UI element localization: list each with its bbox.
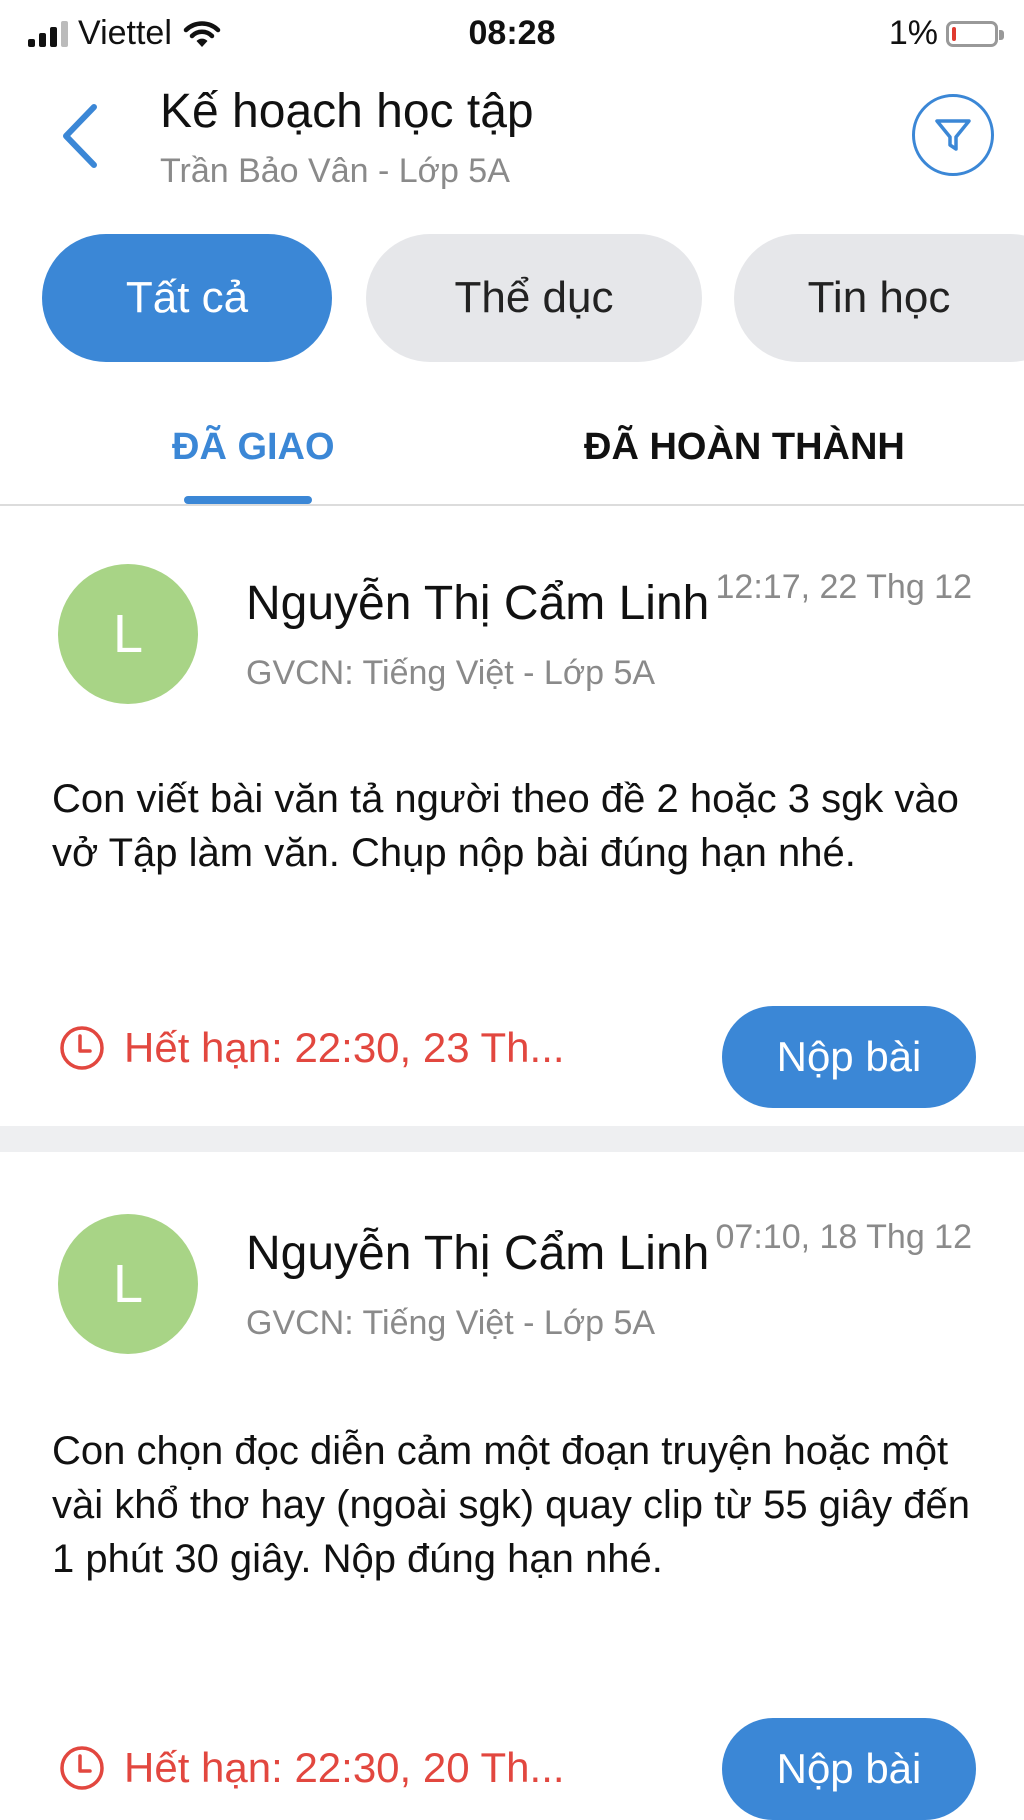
- back-button[interactable]: [50, 96, 110, 176]
- sender-name: Nguyễn Thị Cẩm Linh: [246, 1227, 710, 1280]
- tab-completed[interactable]: ĐÃ HOÀN THÀNH: [584, 426, 905, 469]
- filter-button[interactable]: [912, 94, 994, 176]
- active-tab-indicator: [184, 496, 312, 504]
- deadline-text: Hết hạn: 22:30, 20 Th...: [124, 1744, 565, 1791]
- assignment-content: Con viết bài văn tả người theo đề 2 hoặc…: [52, 777, 959, 875]
- clock-icon: [60, 1026, 104, 1070]
- status-bar: Viettel 08:28 1%: [0, 0, 1024, 66]
- sender-role: GVCN: Tiếng Việt - Lớp 5A: [246, 1304, 656, 1342]
- page-title: Kế hoạch học tập: [160, 85, 534, 138]
- battery-percent: 1%: [888, 14, 938, 52]
- clock-icon: [60, 1746, 104, 1790]
- tab-assigned[interactable]: ĐÃ GIAO: [172, 426, 335, 469]
- assignment-timestamp: 07:10, 18 Thg 12: [715, 1218, 972, 1256]
- assignment-card[interactable]: L Nguyễn Thị Cẩm Linh 07:10, 18 Thg 12 G…: [0, 1152, 1024, 1820]
- status-right: 1%: [888, 14, 1004, 53]
- avatar: L: [58, 564, 198, 704]
- chip-informatics[interactable]: Tin học: [734, 234, 1024, 362]
- filter-icon: [935, 119, 971, 151]
- deadline-text: Hết hạn: 22:30, 23 Th...: [124, 1024, 565, 1071]
- battery-icon: [946, 20, 1004, 47]
- card-separator: [0, 1126, 1024, 1152]
- header: Kế hoạch học tập Trần Bảo Vân - Lớp 5A: [0, 66, 1024, 216]
- deadline: Hết hạn: 22:30, 20 Th...: [58, 1744, 565, 1792]
- status-time: 08:28: [468, 14, 556, 52]
- sender-name: Nguyễn Thị Cẩm Linh: [246, 577, 710, 630]
- chip-all[interactable]: Tất cả: [42, 234, 332, 362]
- subject-filter-chips: Tất cả Thể dục Tin học: [0, 234, 1024, 364]
- deadline: Hết hạn: 22:30, 23 Th...: [58, 1024, 565, 1072]
- submit-button[interactable]: Nộp bài: [722, 1718, 976, 1820]
- sender-role: GVCN: Tiếng Việt - Lớp 5A: [246, 654, 656, 692]
- submit-button[interactable]: Nộp bài: [722, 1006, 976, 1108]
- assignment-timestamp: 12:17, 22 Thg 12: [715, 568, 972, 606]
- chevron-left-icon: [63, 104, 97, 168]
- page-subtitle: Trần Bảo Vân - Lớp 5A: [160, 152, 510, 190]
- status-tabs: ĐÃ GIAO ĐÃ HOÀN THÀNH: [0, 396, 1024, 506]
- assignment-content: Con chọn đọc diễn cảm một đoạn truyện ho…: [52, 1429, 970, 1581]
- assignment-card[interactable]: L Nguyễn Thị Cẩm Linh 12:17, 22 Thg 12 G…: [0, 506, 1024, 1126]
- chip-physical-education[interactable]: Thể dục: [366, 234, 702, 362]
- avatar: L: [58, 1214, 198, 1354]
